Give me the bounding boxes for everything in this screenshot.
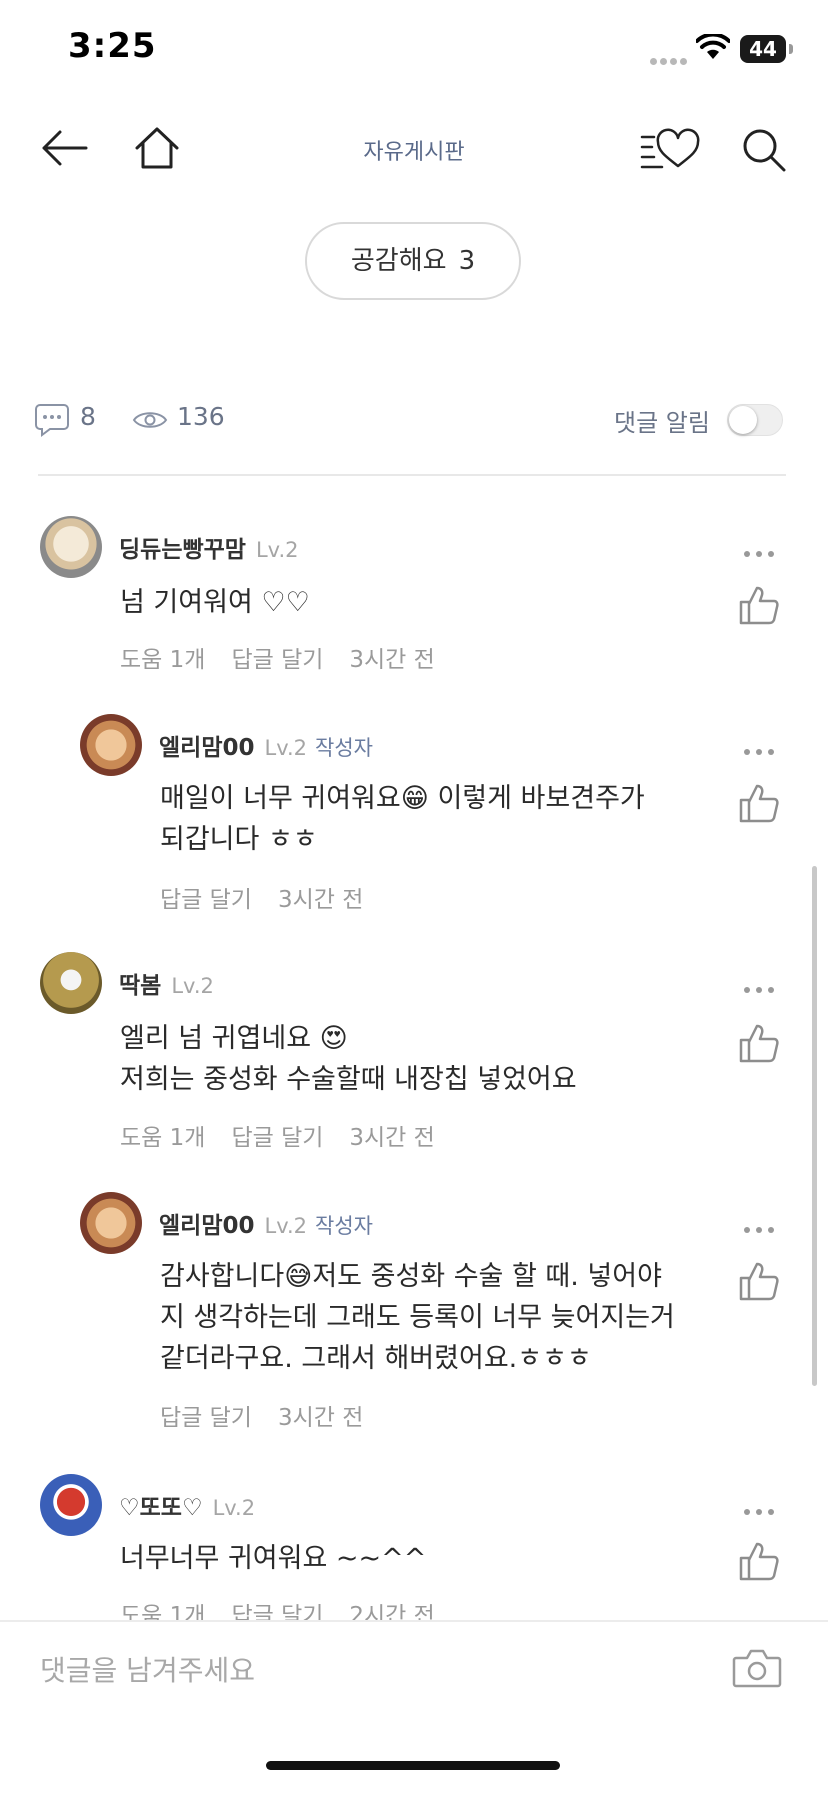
author-tag: 작성자 — [315, 736, 374, 760]
comment-author[interactable]: 엘리맘00 Lv.2 작성자 — [159, 1206, 373, 1240]
avatar[interactable] — [80, 714, 142, 776]
reply-button[interactable]: 답글 달기 — [160, 887, 252, 913]
thumbs-up-icon[interactable] — [738, 1540, 780, 1582]
more-options-icon[interactable] — [744, 978, 780, 993]
view-count: 136 — [177, 402, 225, 431]
helpful-button[interactable]: 도움 1개 — [120, 647, 205, 673]
wifi-icon — [696, 34, 730, 59]
comment-line: 되갑니다 ㅎㅎ — [160, 824, 318, 855]
status-time: 3:25 — [68, 26, 157, 66]
comment-time: 3시간 전 — [349, 1125, 435, 1151]
thumbs-up-icon[interactable] — [738, 1260, 780, 1302]
divider — [38, 474, 786, 476]
comment-time: 3시간 전 — [277, 1405, 364, 1431]
comment-notify-toggle[interactable] — [727, 404, 783, 436]
comment-author[interactable]: 엘리맘00 Lv.2 작성자 — [159, 728, 373, 762]
comment-notify-label: 댓글 알림 — [614, 409, 710, 437]
search-icon[interactable] — [742, 128, 786, 172]
heart-list-icon[interactable] — [640, 128, 700, 170]
comment-line: 감사합니다😅저도 중성화 수술 할 때. 넣어야 — [160, 1261, 662, 1292]
home-indicator — [266, 1761, 560, 1770]
more-options-icon[interactable] — [744, 1218, 780, 1233]
comment-body: 매일이 너무 귀여워요😁 이렇게 바보견주가되갑니다 ㅎㅎ — [160, 778, 645, 860]
empathy-label: 공감해요 — [350, 246, 447, 276]
level-badge: Lv.2 — [264, 1214, 308, 1238]
comment-line: 너무너무 귀여워요 ~~^^ — [120, 1543, 427, 1574]
comment-author[interactable]: 딩듀는빵꾸맘 Lv.2 — [119, 530, 299, 564]
reply-button[interactable]: 답글 달기 — [160, 1405, 252, 1431]
author-name: 딩듀는빵꾸맘 — [119, 537, 246, 563]
comment-time: 3시간 전 — [349, 647, 435, 673]
page-title: 자유게시판 — [363, 140, 465, 165]
avatar[interactable] — [40, 516, 102, 578]
comment-line: 매일이 너무 귀여워요😁 이렇게 바보견주가 — [160, 783, 645, 814]
comment-body: 넘 기여워여 ♡♡ — [120, 582, 310, 623]
author-tag: 작성자 — [315, 1214, 374, 1238]
reply-button[interactable]: 답글 달기 — [231, 647, 323, 673]
comment-line: 저희는 중성화 수술할때 내장칩 넣었어요 — [120, 1064, 577, 1095]
eye-icon — [132, 412, 168, 428]
thumbs-up-icon[interactable] — [738, 584, 780, 626]
avatar[interactable] — [80, 1192, 142, 1254]
level-badge: Lv.2 — [264, 736, 308, 760]
camera-icon[interactable] — [732, 1648, 782, 1688]
reply-button[interactable]: 답글 달기 — [231, 1125, 323, 1151]
comment-body: 엘리 넘 귀엽네요 😍 저희는 중성화 수술할때 내장칩 넣었어요 — [120, 1018, 577, 1100]
scrollbar[interactable] — [812, 866, 817, 1386]
battery-tip — [789, 44, 793, 54]
cellular-signal-icon — [650, 50, 690, 69]
comment-meta: 도움 1개 답글 달기 3시간 전 — [120, 640, 461, 674]
empathy-button[interactable]: 공감해요 3 — [305, 222, 521, 300]
comment-line: 같더라구요. 그래서 해버렸어요.ㅎㅎㅎ — [160, 1343, 592, 1374]
comment-line: 넘 기여워여 ♡♡ — [120, 587, 310, 618]
comment-line: 엘리 넘 귀엽네요 😍 — [120, 1023, 348, 1054]
comment-line: 지 생각하는데 그래도 등록이 너무 늦어지는거 — [160, 1302, 675, 1333]
comment-time: 3시간 전 — [277, 887, 364, 913]
comment-count: 8 — [80, 402, 96, 431]
more-options-icon[interactable] — [744, 542, 780, 557]
battery-indicator: 44 — [740, 35, 786, 63]
avatar[interactable] — [40, 952, 102, 1014]
comment-body: 감사합니다😅저도 중성화 수술 할 때. 넣어야지 생각하는데 그래도 등록이 … — [160, 1256, 675, 1379]
comment-body: 너무너무 귀여워요 ~~^^ — [120, 1538, 426, 1579]
comment-input[interactable] — [40, 1650, 700, 1690]
level-badge: Lv.2 — [255, 538, 299, 562]
avatar[interactable] — [40, 1474, 102, 1536]
author-name: 엘리맘00 — [159, 735, 255, 761]
more-options-icon[interactable] — [744, 740, 780, 755]
level-badge: Lv.2 — [212, 1496, 256, 1520]
comment-author[interactable]: ♡또또♡ Lv.2 — [119, 1488, 255, 1522]
comment-meta: 도움 1개 답글 달기 3시간 전 — [120, 1118, 461, 1152]
comment-author[interactable]: 딱봄 Lv.2 — [119, 966, 214, 1000]
thumbs-up-icon[interactable] — [738, 782, 780, 824]
thumbs-up-icon[interactable] — [738, 1022, 780, 1064]
comment-meta: 답글 달기 3시간 전 — [160, 880, 389, 914]
toggle-knob — [729, 406, 757, 434]
author-name: ♡또또♡ — [119, 1495, 203, 1521]
author-name: 딱봄 — [119, 973, 162, 999]
helpful-button[interactable]: 도움 1개 — [120, 1125, 205, 1151]
empathy-count: 3 — [458, 246, 476, 276]
level-badge: Lv.2 — [171, 974, 214, 998]
more-options-icon[interactable] — [744, 1500, 780, 1515]
comment-bubble-icon — [35, 404, 69, 437]
author-name: 엘리맘00 — [159, 1213, 255, 1239]
comment-meta: 답글 달기 3시간 전 — [160, 1398, 389, 1432]
